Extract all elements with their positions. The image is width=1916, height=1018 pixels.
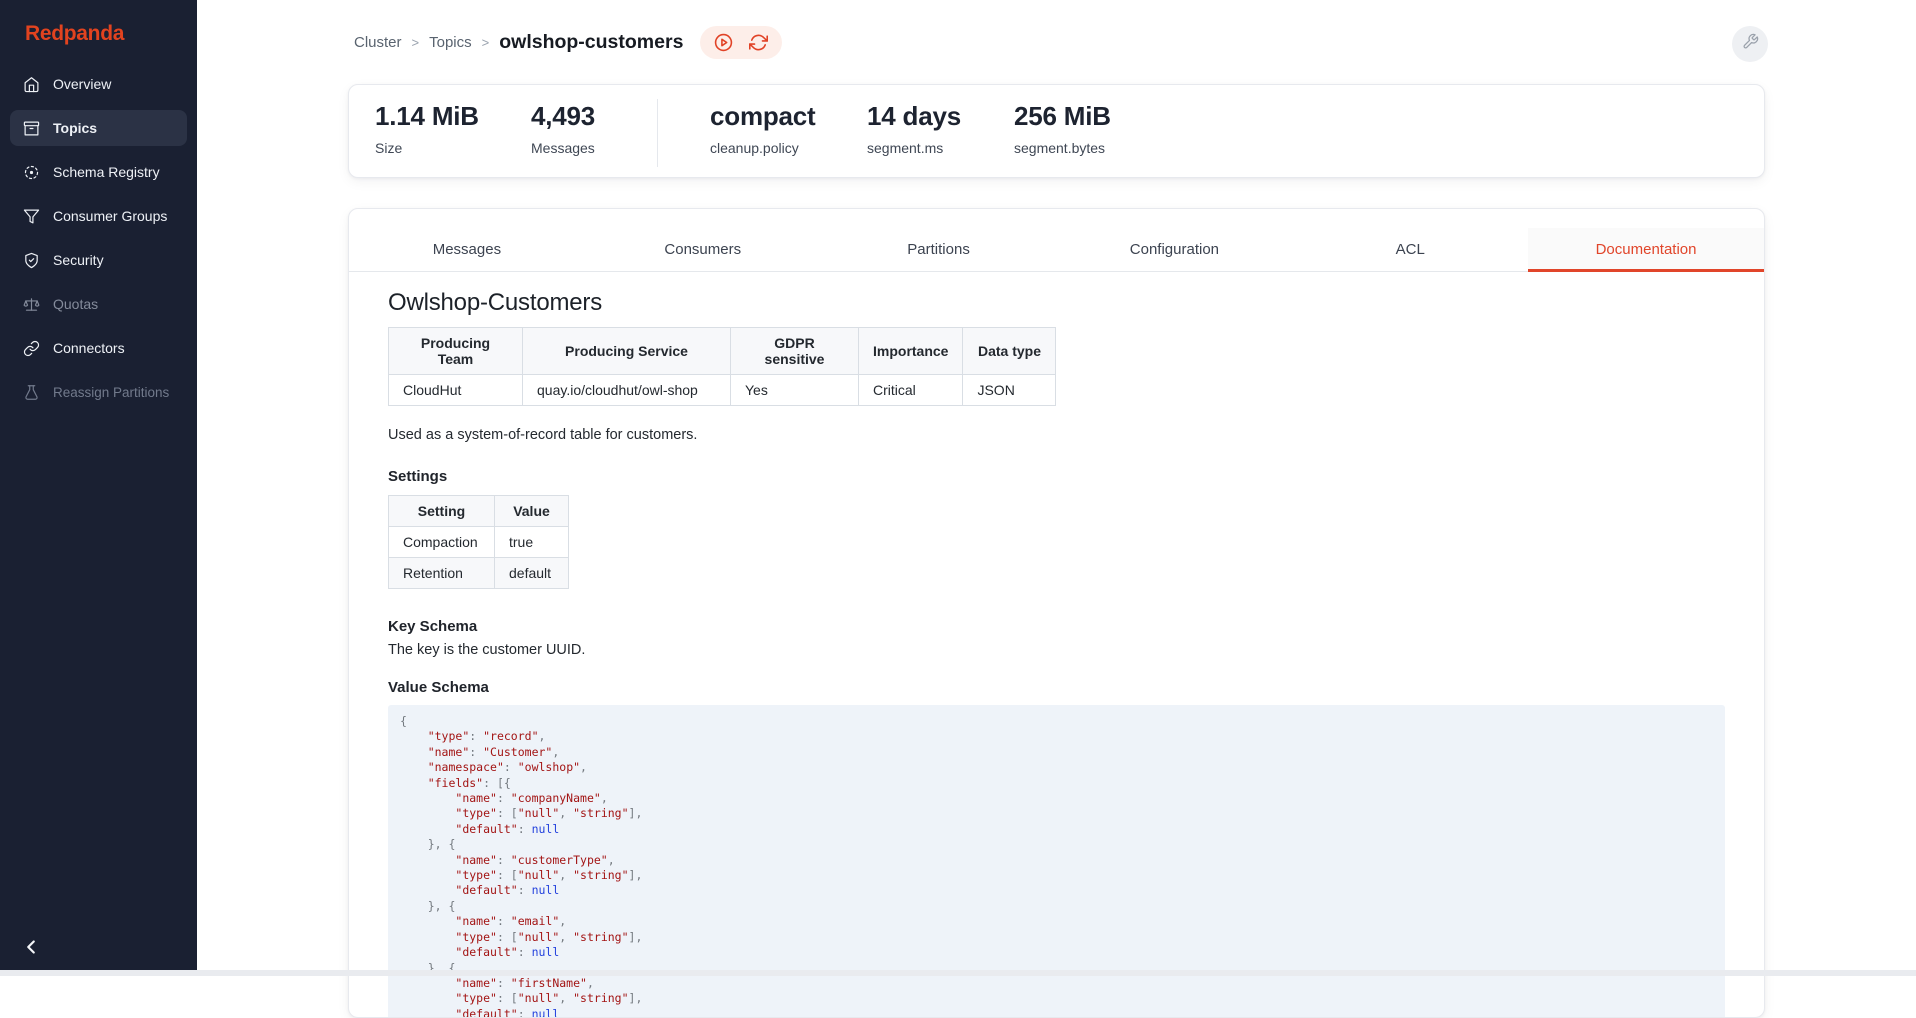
topic-actions-pill bbox=[700, 26, 782, 59]
bottom-scrollbar-track[interactable] bbox=[0, 970, 1916, 976]
stat-label: segment.ms bbox=[867, 140, 1014, 156]
sidebar-item-label: Connectors bbox=[53, 340, 125, 356]
settings-heading: Settings bbox=[388, 468, 1725, 485]
topics-icon bbox=[23, 120, 40, 137]
sidebar-item-security[interactable]: Security bbox=[10, 242, 187, 278]
sidebar-item-label: Security bbox=[53, 252, 104, 268]
table-row: CloudHutquay.io/cloudhut/owl-shopYesCrit… bbox=[389, 375, 1056, 406]
breadcrumb-separator: > bbox=[482, 35, 490, 50]
sidebar-nav: Overview Topics Schema Registry Consumer Gr… bbox=[0, 66, 197, 410]
table-header-cell: Data type bbox=[963, 328, 1056, 375]
sidebar-item-schema-registry[interactable]: Schema Registry bbox=[10, 154, 187, 190]
stats-divider bbox=[657, 99, 658, 167]
stat-segment-ms: 14 days segment.ms bbox=[867, 101, 1014, 156]
stat-messages: 4,493 Messages bbox=[531, 101, 621, 156]
sidebar-item-overview[interactable]: Overview bbox=[10, 66, 187, 102]
topic-stats-card: 1.14 MiB Size4,493 Messages compact cleanup.… bbox=[348, 84, 1765, 178]
table-row: Retentiondefault bbox=[389, 558, 569, 589]
producing-info-table: Producing TeamProducing ServiceGDPR sens… bbox=[388, 327, 1056, 406]
table-cell: Critical bbox=[859, 375, 963, 406]
topic-detail-card: MessagesConsumersPartitionsConfiguration… bbox=[348, 208, 1765, 1018]
wrench-icon bbox=[1742, 33, 1759, 55]
table-cell: Retention bbox=[389, 558, 495, 589]
stat-label: cleanup.policy bbox=[710, 140, 867, 156]
topbar: Cluster > Topics > owlshop-customers bbox=[354, 22, 782, 62]
sidebar-item-label: Reassign Partitions bbox=[53, 385, 169, 400]
key-schema-heading: Key Schema bbox=[388, 618, 1725, 635]
table-header-cell: Importance bbox=[859, 328, 963, 375]
tab-messages[interactable]: Messages bbox=[349, 228, 585, 271]
settings-table: SettingValueCompactiontrueRetentiondefau… bbox=[388, 495, 569, 589]
sidebar: Redpanda Overview Topics Schema Registry Co… bbox=[0, 0, 197, 976]
produce-record-button[interactable] bbox=[714, 33, 733, 52]
sidebar-item-quotas: Quotas bbox=[10, 286, 187, 322]
breadcrumb-separator: > bbox=[412, 35, 420, 50]
stat-segment-bytes: 256 MiB segment.bytes bbox=[1014, 101, 1111, 156]
breadcrumb-cluster[interactable]: Cluster bbox=[354, 34, 402, 51]
sidebar-item-label: Consumer Groups bbox=[53, 208, 167, 224]
sidebar-item-label: Quotas bbox=[53, 296, 98, 312]
sidebar-item-label: Schema Registry bbox=[53, 164, 160, 180]
play-circle-icon bbox=[714, 33, 733, 52]
table-row: Compactiontrue bbox=[389, 527, 569, 558]
stat-label: segment.bytes bbox=[1014, 140, 1111, 156]
stat-value: 256 MiB bbox=[1014, 101, 1111, 132]
link-icon bbox=[23, 340, 40, 357]
value-schema-heading: Value Schema bbox=[388, 679, 1725, 696]
schema-icon bbox=[23, 164, 40, 181]
scale-icon bbox=[23, 296, 40, 313]
tab-consumers[interactable]: Consumers bbox=[585, 228, 821, 271]
flask-icon bbox=[23, 384, 40, 401]
refresh-icon bbox=[749, 33, 768, 52]
sidebar-item-label: Topics bbox=[53, 120, 97, 136]
doc-title: Owlshop-Customers bbox=[388, 289, 1725, 317]
sidebar-item-consumer-groups[interactable]: Consumer Groups bbox=[10, 198, 187, 234]
redpanda-logo: Redpanda bbox=[0, 0, 197, 66]
sidebar-item-topics[interactable]: Topics bbox=[10, 110, 187, 146]
documentation-content: Owlshop-Customers Producing TeamProducin… bbox=[349, 272, 1764, 1018]
table-cell: Compaction bbox=[389, 527, 495, 558]
sidebar-item-reassign-partitions: Reassign Partitions bbox=[10, 374, 187, 410]
home-icon bbox=[23, 76, 40, 93]
table-cell: CloudHut bbox=[389, 375, 523, 406]
topic-tabs: MessagesConsumersPartitionsConfiguration… bbox=[349, 228, 1764, 272]
breadcrumb-topics[interactable]: Topics bbox=[429, 34, 472, 51]
table-cell: Yes bbox=[731, 375, 859, 406]
doc-description: Used as a system-of-record table for cus… bbox=[388, 427, 1725, 443]
shield-icon bbox=[23, 252, 40, 269]
stat-size: 1.14 MiB Size bbox=[375, 101, 531, 156]
stat-cleanup-policy: compact cleanup.policy bbox=[710, 101, 867, 156]
table-cell: true bbox=[495, 527, 569, 558]
table-cell: default bbox=[495, 558, 569, 589]
filter-icon bbox=[23, 208, 40, 225]
tab-acl[interactable]: ACL bbox=[1292, 228, 1528, 271]
stat-value: 1.14 MiB bbox=[375, 101, 531, 132]
table-cell: quay.io/cloudhut/owl-shop bbox=[523, 375, 731, 406]
table-header-cell: GDPR sensitive bbox=[731, 328, 859, 375]
stat-value: 4,493 bbox=[531, 101, 621, 132]
stat-value: 14 days bbox=[867, 101, 1014, 132]
breadcrumb-current-topic: owlshop-customers bbox=[499, 31, 683, 54]
sidebar-item-label: Overview bbox=[53, 76, 111, 92]
table-header-cell: Value bbox=[495, 496, 569, 527]
table-header-cell: Producing Team bbox=[389, 328, 523, 375]
table-header-cell: Producing Service bbox=[523, 328, 731, 375]
stat-label: Messages bbox=[531, 140, 621, 156]
tab-partitions[interactable]: Partitions bbox=[821, 228, 1057, 271]
tab-documentation[interactable]: Documentation bbox=[1528, 228, 1764, 271]
settings-wrench-button[interactable] bbox=[1732, 26, 1768, 62]
key-schema-text: The key is the customer UUID. bbox=[388, 642, 1725, 658]
refresh-button[interactable] bbox=[749, 33, 768, 52]
main-area: Cluster > Topics > owlshop-customers 1.1… bbox=[197, 0, 1916, 976]
tab-configuration[interactable]: Configuration bbox=[1056, 228, 1292, 271]
collapse-sidebar-button[interactable] bbox=[20, 936, 44, 960]
table-cell: JSON bbox=[963, 375, 1056, 406]
sidebar-item-connectors[interactable]: Connectors bbox=[10, 330, 187, 366]
stat-label: Size bbox=[375, 140, 531, 156]
table-header-cell: Setting bbox=[389, 496, 495, 527]
stat-value: compact bbox=[710, 101, 867, 132]
chevron-left-icon bbox=[20, 945, 42, 962]
